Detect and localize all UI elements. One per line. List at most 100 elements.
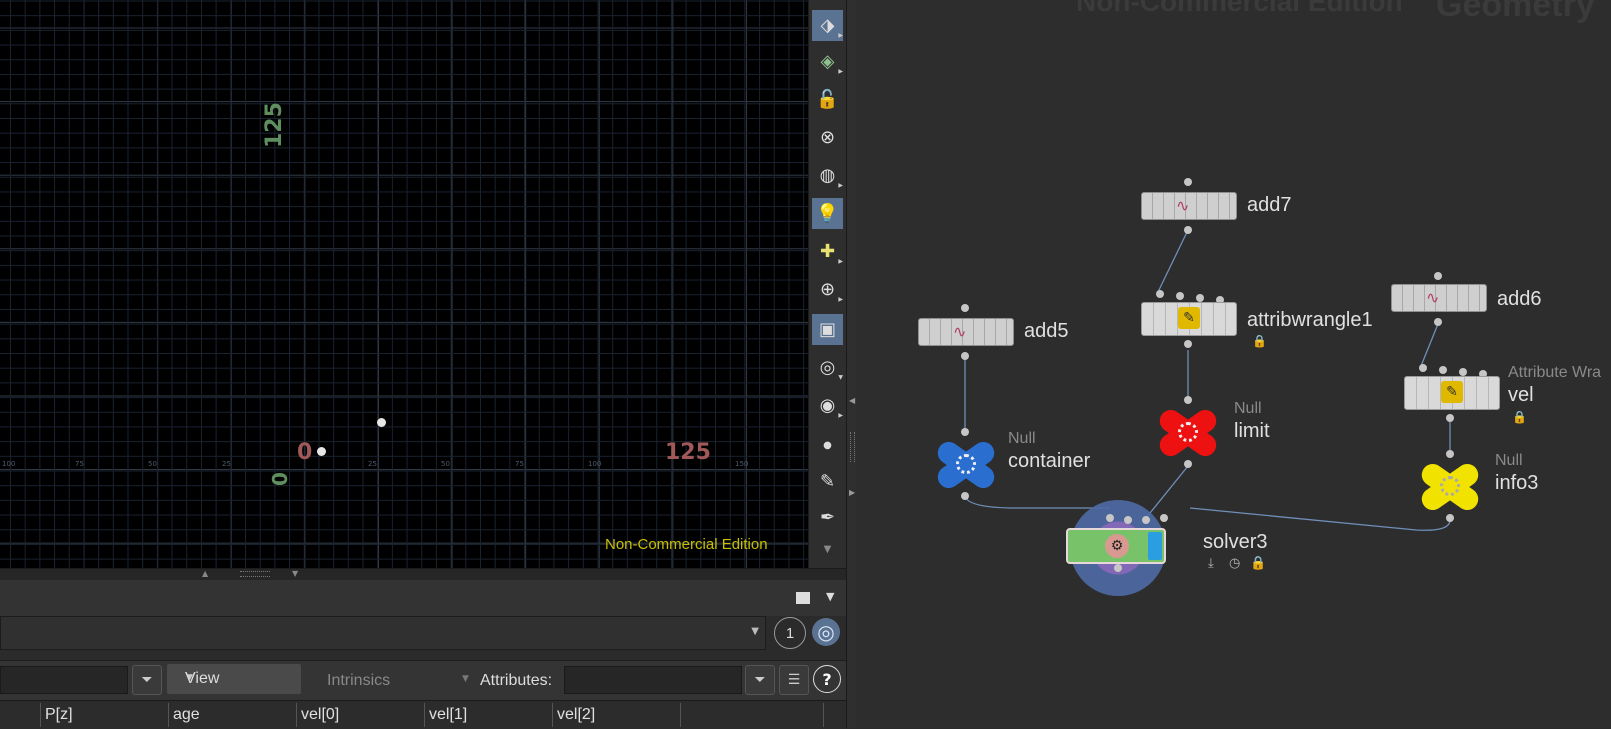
particle-point xyxy=(377,418,386,427)
node-label-add7[interactable]: add7 xyxy=(1247,194,1292,217)
node-input-port[interactable] xyxy=(1196,294,1204,302)
columns-menu-icon[interactable]: ☰ xyxy=(779,665,809,695)
node-limit[interactable] xyxy=(1152,404,1224,461)
chevron-down-icon: ▼ xyxy=(185,672,195,683)
node-output-port[interactable] xyxy=(961,492,969,500)
network-wires xyxy=(964,229,1451,531)
node-input-port[interactable] xyxy=(1124,516,1132,524)
attribute-filter-icon[interactable]: ⏷ xyxy=(745,665,775,695)
ghost-display-icon[interactable]: ◈ ▶ xyxy=(812,46,843,77)
attributes-filter-field[interactable] xyxy=(564,666,742,694)
node-add6[interactable]: ∿ xyxy=(1391,284,1487,312)
stereo-icon[interactable]: ◎ ▼ xyxy=(812,352,843,383)
node-output-port[interactable] xyxy=(961,352,969,360)
node-output-port[interactable] xyxy=(1434,318,1442,326)
more-icon[interactable]: ▼ xyxy=(812,534,843,565)
collapse-arrow-icon[interactable]: ▲ xyxy=(202,569,208,578)
node-output-port[interactable] xyxy=(1184,340,1192,348)
background-icon[interactable]: ▣ xyxy=(812,314,843,345)
node-add5[interactable]: ∿ xyxy=(918,318,1014,346)
column-header[interactable]: P[z] xyxy=(40,703,168,727)
view-dropdown[interactable]: View ▼ xyxy=(167,664,301,694)
light-add-icon[interactable]: ✚ ▶ xyxy=(812,236,843,267)
column-header[interactable]: age xyxy=(168,703,296,727)
light-off-icon[interactable]: ⊗ xyxy=(812,122,843,153)
node-input-port[interactable] xyxy=(1184,396,1192,404)
intrinsics-dropdown[interactable]: Intrinsics xyxy=(327,672,390,690)
scene-viewport[interactable]: 125 0 0 125 100 75 50 25 25 50 75 100 15… xyxy=(0,0,808,568)
node-label-vel[interactable]: vel xyxy=(1508,384,1534,407)
grid-tick: 50 xyxy=(148,460,157,468)
node-label-add6[interactable]: add6 xyxy=(1497,288,1542,311)
network-editor[interactable]: Non-Commercial Edition Geometry ∿ add7 ✎… xyxy=(856,0,1611,728)
node-label-limit[interactable]: limit xyxy=(1234,420,1270,443)
point-display-icon[interactable]: ● xyxy=(812,430,843,461)
node-add7[interactable]: ∿ xyxy=(1141,192,1237,220)
chevron-down-icon[interactable]: ▼ xyxy=(462,674,469,684)
node-label-container[interactable]: container xyxy=(1008,450,1090,473)
shading-icon[interactable]: ◍ ▶ xyxy=(812,160,843,191)
node-path-field[interactable]: ▼ xyxy=(0,616,766,650)
node-input-port[interactable] xyxy=(1106,514,1114,522)
node-input-port[interactable] xyxy=(1160,514,1168,522)
node-input-port[interactable] xyxy=(1446,450,1454,458)
drag-handle[interactable] xyxy=(240,571,270,577)
dive-icon[interactable]: ⤓ xyxy=(1208,556,1214,571)
node-output-port[interactable] xyxy=(1446,414,1454,422)
light-move-icon[interactable]: ⊕ ▶ xyxy=(812,274,843,305)
pane-menu-icon[interactable]: ▼ xyxy=(826,590,834,603)
headlight-icon[interactable]: 💡 xyxy=(812,198,843,229)
node-input-port[interactable] xyxy=(1434,272,1442,280)
grid-tick: 75 xyxy=(75,460,84,468)
maximize-icon[interactable] xyxy=(796,592,810,604)
column-header[interactable]: vel[2] xyxy=(552,703,680,727)
expand-right-icon[interactable]: ▶ xyxy=(849,488,855,497)
node-output-port[interactable] xyxy=(1446,514,1454,522)
column-header[interactable]: vel[0] xyxy=(296,703,424,727)
chevron-down-icon[interactable]: ▼ xyxy=(751,626,759,637)
expand-arrow-icon[interactable]: ▼ xyxy=(292,569,298,578)
node-input-port[interactable] xyxy=(1156,290,1164,298)
node-input-port[interactable] xyxy=(1142,516,1150,524)
filter-icon[interactable]: ⏷ xyxy=(132,665,162,695)
node-type-info3: Null xyxy=(1495,452,1523,469)
lock-camera-icon[interactable]: 🔓 xyxy=(812,84,843,115)
collapse-left-icon[interactable]: ◀ xyxy=(849,396,855,405)
pen-icon[interactable]: ✒ xyxy=(812,502,843,533)
node-input-port[interactable] xyxy=(1419,364,1427,372)
node-label-info3[interactable]: info3 xyxy=(1495,472,1538,495)
node-input-port[interactable] xyxy=(961,304,969,312)
help-icon[interactable]: ? xyxy=(813,665,841,693)
node-label-attribwrangle1[interactable]: attribwrangle1 xyxy=(1247,309,1373,332)
node-vel[interactable]: ✎ xyxy=(1404,376,1500,410)
node-label-solver3[interactable]: solver3 xyxy=(1203,531,1267,554)
link-target-icon[interactable]: ◎ xyxy=(812,618,840,646)
node-container[interactable] xyxy=(930,436,1002,493)
brush-icon[interactable]: ✎ xyxy=(812,466,843,497)
display-flag[interactable] xyxy=(1148,532,1162,560)
node-output-port[interactable] xyxy=(1114,564,1122,572)
node-input-port[interactable] xyxy=(1459,368,1467,376)
x-axis-label-125: 125 xyxy=(665,440,711,465)
node-input-port[interactable] xyxy=(1184,178,1192,186)
drag-handle[interactable] xyxy=(850,432,855,462)
node-input-port[interactable] xyxy=(961,428,969,436)
node-solver3[interactable]: ⚙ xyxy=(1066,528,1166,564)
node-info3[interactable] xyxy=(1414,458,1486,515)
lock-icon[interactable]: 🔒 xyxy=(1252,334,1267,348)
node-input-port[interactable] xyxy=(1176,292,1184,300)
group-filter-field[interactable] xyxy=(0,666,128,694)
lock-icon[interactable]: 🔒 xyxy=(1250,556,1266,571)
node-label-add5[interactable]: add5 xyxy=(1024,320,1069,343)
render-region-icon[interactable]: ◉ ▶ xyxy=(812,390,843,421)
display-options-icon[interactable]: ⬗ ▶ xyxy=(812,10,843,41)
column-header[interactable]: vel[1] xyxy=(424,703,552,727)
time-dependent-icon[interactable]: ◷ xyxy=(1229,556,1240,571)
pin-number-badge[interactable]: 1 xyxy=(774,617,806,649)
viewport-toolbar: ⬗ ▶ ◈ ▶ 🔓 ⊗ ◍ ▶ 💡 ✚ ▶ ⊕ ▶ ▣ ◎ ▼ ◉ ▶ ● ✎ ✒ ▼ xyxy=(808,0,847,568)
node-input-port[interactable] xyxy=(1439,366,1447,374)
node-output-port[interactable] xyxy=(1184,460,1192,468)
node-attribwrangle1[interactable]: ✎ xyxy=(1141,302,1237,336)
lock-icon[interactable]: 🔒 xyxy=(1512,410,1527,424)
node-output-port[interactable] xyxy=(1184,226,1192,234)
